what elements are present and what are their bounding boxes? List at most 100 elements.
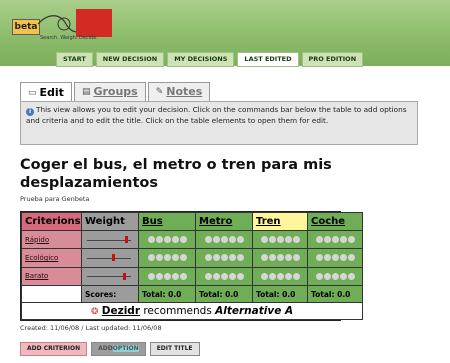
rating-dot[interactable] (323, 236, 331, 244)
rating-dot[interactable] (284, 236, 292, 244)
rating-dot[interactable] (315, 236, 323, 244)
rating-dot[interactable] (331, 272, 339, 280)
rating-dot[interactable] (155, 236, 163, 244)
rating-dot[interactable] (179, 254, 187, 262)
rating-cell[interactable] (195, 266, 253, 287)
rating-dot[interactable] (323, 254, 331, 262)
rating-cell[interactable] (307, 248, 363, 268)
criterion-name[interactable]: Barato (21, 266, 82, 287)
rating-dot[interactable] (220, 236, 228, 244)
alternative-header-bus[interactable]: Bus (138, 212, 196, 231)
add-option-button[interactable]: ADDOPTION (91, 342, 146, 356)
rating-dot[interactable] (292, 254, 300, 262)
rating-dot[interactable] (331, 236, 339, 244)
rating-dot[interactable] (339, 236, 347, 244)
rating-dot[interactable] (171, 236, 179, 244)
rating-dot[interactable] (339, 254, 347, 262)
rating-dot[interactable] (204, 254, 212, 262)
rating-dot[interactable] (268, 236, 276, 244)
rating-dot[interactable] (347, 272, 355, 280)
criterion-name[interactable]: Rápido (21, 229, 82, 250)
rating-dot[interactable] (147, 272, 155, 280)
weight-slider[interactable] (81, 229, 139, 250)
alternative-header-coche[interactable]: Coche (307, 212, 363, 231)
rating-dot[interactable] (228, 236, 236, 244)
rating-dot[interactable] (260, 236, 268, 244)
rating-cell[interactable] (195, 248, 253, 268)
rating-dot[interactable] (163, 236, 171, 244)
rating-dot[interactable] (284, 272, 292, 280)
slider-handle[interactable] (111, 254, 115, 262)
dezidr-logo[interactable]: beta Search. Weigh. Decide. (12, 9, 116, 41)
rating-dot[interactable] (276, 236, 284, 244)
rating-cell[interactable] (252, 248, 308, 268)
rating-dot[interactable] (163, 254, 171, 262)
nav-new-decision[interactable]: NEW DECISION (95, 52, 165, 67)
rating-dot[interactable] (204, 236, 212, 244)
tab-groups[interactable]: ▤ Groups (73, 82, 146, 101)
rating-dot[interactable] (179, 272, 187, 280)
rating-cell[interactable] (252, 229, 308, 250)
decision-title[interactable]: Coger el bus, el metro o tren para mis d… (20, 156, 400, 192)
rating-dot[interactable] (323, 272, 331, 280)
rating-dot[interactable] (220, 272, 228, 280)
criterion-row: Ecológico (21, 248, 363, 268)
alternative-header-metro[interactable]: Metro (195, 212, 253, 231)
rating-dot[interactable] (284, 254, 292, 262)
recommendation-brand[interactable]: Dezidr (102, 305, 140, 317)
nav-pro-edition[interactable]: PRO EDITION (301, 52, 364, 67)
rating-dot[interactable] (228, 272, 236, 280)
rating-dot[interactable] (147, 236, 155, 244)
rating-dot[interactable] (292, 236, 300, 244)
rating-dot[interactable] (212, 254, 220, 262)
rating-dot[interactable] (179, 236, 187, 244)
rating-dot[interactable] (315, 272, 323, 280)
rating-dot[interactable] (236, 254, 244, 262)
rating-dot[interactable] (212, 236, 220, 244)
rating-cell[interactable] (195, 229, 253, 250)
rating-dot[interactable] (260, 272, 268, 280)
rating-dot[interactable] (292, 272, 300, 280)
rating-dot[interactable] (228, 254, 236, 262)
rating-dot[interactable] (347, 254, 355, 262)
rating-cell[interactable] (138, 248, 196, 268)
rating-cell[interactable] (138, 266, 196, 287)
edit-title-button[interactable]: EDIT TITLE (149, 342, 200, 356)
nav-start[interactable]: START (56, 52, 93, 67)
weight-slider[interactable] (81, 266, 139, 287)
rating-dot[interactable] (276, 272, 284, 280)
rating-dot[interactable] (171, 272, 179, 280)
rating-dot[interactable] (347, 236, 355, 244)
rating-dot[interactable] (204, 272, 212, 280)
rating-dot[interactable] (155, 272, 163, 280)
rating-dot[interactable] (163, 272, 171, 280)
tab-edit[interactable]: ▭ Edit (20, 82, 72, 102)
slider-handle[interactable] (124, 236, 128, 244)
rating-dot[interactable] (276, 254, 284, 262)
rating-dot[interactable] (315, 254, 323, 262)
rating-dot[interactable] (268, 254, 276, 262)
rating-dot[interactable] (171, 254, 179, 262)
rating-cell[interactable] (138, 229, 196, 250)
rating-dot[interactable] (268, 272, 276, 280)
nav-last-edited[interactable]: LAST EDITED (237, 52, 299, 67)
tab-notes[interactable]: ✎ Notes (147, 82, 211, 101)
rating-dot[interactable] (260, 254, 268, 262)
rating-dot[interactable] (331, 254, 339, 262)
rating-dot[interactable] (220, 254, 228, 262)
weight-slider[interactable] (81, 248, 139, 268)
rating-dot[interactable] (155, 254, 163, 262)
rating-dot[interactable] (339, 272, 347, 280)
rating-dot[interactable] (212, 272, 220, 280)
rating-cell[interactable] (307, 266, 363, 287)
slider-handle[interactable] (123, 272, 127, 280)
rating-cell[interactable] (307, 229, 363, 250)
alternative-header-tren[interactable]: Tren (252, 212, 308, 231)
add-criterion-button[interactable]: ADD CRITERION (20, 342, 88, 356)
criterion-name[interactable]: Ecológico (21, 248, 82, 268)
nav-my-decisions[interactable]: MY DECISIONS (167, 52, 235, 67)
rating-dot[interactable] (147, 254, 155, 262)
rating-cell[interactable] (252, 266, 308, 287)
rating-dot[interactable] (236, 236, 244, 244)
rating-dot[interactable] (236, 272, 244, 280)
